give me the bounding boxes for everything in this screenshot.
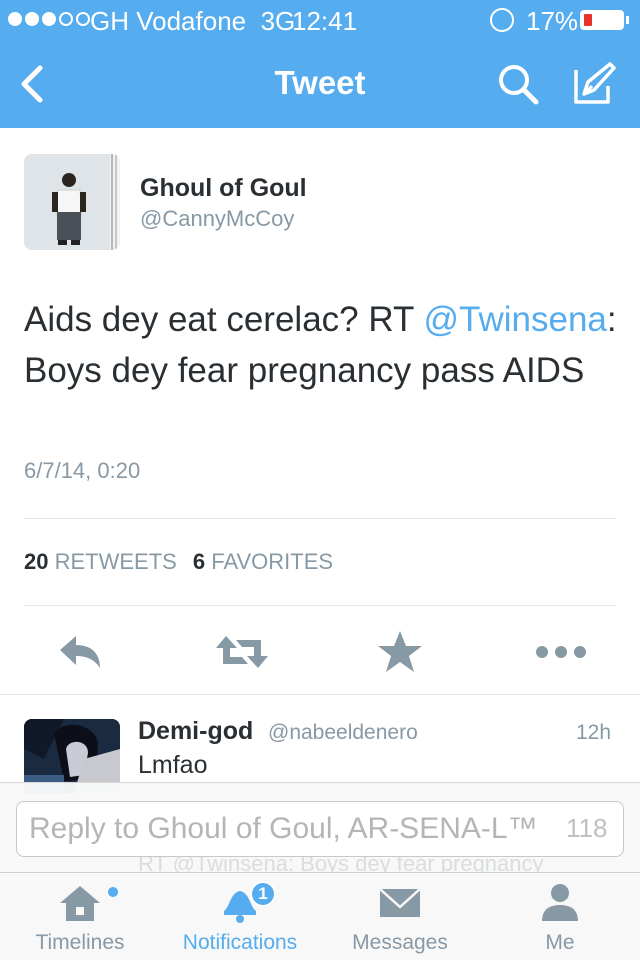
status-bar: GH Vodafone 3G 12:41 17% (0, 0, 640, 40)
signal-strength-icon (8, 12, 90, 26)
more-icon (536, 646, 586, 658)
retweets-label: RETWEETS (54, 549, 177, 574)
reply-author-name[interactable]: Demi-god (138, 717, 253, 746)
author-avatar[interactable] (24, 154, 120, 250)
tweet-timestamp: 6/7/14, 0:20 (24, 458, 141, 483)
chevron-left-icon (21, 65, 43, 103)
author-name[interactable]: Ghoul of Goul (140, 174, 307, 203)
back-button[interactable] (14, 62, 54, 106)
retweets-stat[interactable]: 20 RETWEETS (24, 549, 177, 574)
compose-icon (574, 62, 616, 104)
envelope-icon (379, 888, 421, 917)
notification-badge: 1 (250, 881, 276, 907)
new-content-dot (108, 887, 118, 897)
tweet-text: Aids dey eat cerelac? RT @Twinsena: Boys… (24, 294, 624, 396)
divider (24, 605, 616, 606)
tweet-stats: 20 RETWEETS 6 FAVORITES (24, 549, 333, 575)
tab-label: Timelines (35, 931, 125, 954)
tab-notifications[interactable]: 1 Notifications (160, 873, 320, 960)
tab-timelines[interactable]: Timelines (0, 873, 160, 960)
reply-button[interactable] (56, 628, 104, 676)
more-button[interactable] (534, 628, 588, 676)
char-count: 118 (566, 813, 608, 843)
reply-text: Lmfao (138, 751, 208, 779)
clock: 12:41 (292, 6, 358, 36)
tab-label: Messages (352, 931, 448, 954)
retweet-icon (216, 636, 268, 668)
author-handle[interactable]: @CannyMcCoy (140, 206, 294, 232)
reply-input[interactable] (16, 801, 624, 857)
person-icon (542, 884, 578, 921)
retweet-button[interactable] (214, 628, 268, 676)
tab-bar: Timelines 1 Notifications Messages Me (0, 872, 640, 960)
tweet-text-part: Aids dey eat cerelac? RT (24, 300, 424, 339)
battery-percentage: 17% (526, 6, 579, 36)
tab-me[interactable]: Me (480, 873, 640, 960)
tab-messages[interactable]: Messages (320, 873, 480, 960)
favorites-stat[interactable]: 6 FAVORITES (193, 549, 333, 574)
reply-item[interactable]: Demi-god @nabeeldenero 12h Lmfao (0, 694, 640, 793)
reply-author-handle[interactable]: @nabeeldenero (268, 721, 418, 745)
retweets-count: 20 (24, 549, 49, 574)
mention-link[interactable]: @Twinsena (423, 300, 606, 339)
compose-button[interactable] (570, 60, 618, 108)
carrier-label: GH Vodafone 3G (90, 6, 296, 36)
tab-label: Me (545, 931, 575, 954)
favorite-button[interactable] (376, 628, 424, 676)
battery-icon (580, 10, 624, 30)
page-title: Tweet (274, 64, 366, 101)
divider (24, 518, 616, 519)
search-button[interactable] (494, 60, 542, 108)
reply-icon (60, 636, 100, 668)
tab-label: Notifications (182, 931, 298, 954)
star-icon (378, 631, 422, 672)
reply-composer: RT @Twinsena: Boys dey fear pregnancy 11… (0, 782, 640, 876)
favorites-label: FAVORITES (211, 549, 334, 574)
reply-time: 12h (576, 721, 612, 744)
search-icon (499, 65, 539, 105)
home-icon (60, 886, 100, 921)
favorites-count: 6 (192, 549, 206, 574)
top-bar: GH Vodafone 3G 12:41 17% Tweet (0, 0, 640, 128)
avatar-photo (24, 154, 120, 250)
rotation-lock-icon (490, 8, 514, 32)
